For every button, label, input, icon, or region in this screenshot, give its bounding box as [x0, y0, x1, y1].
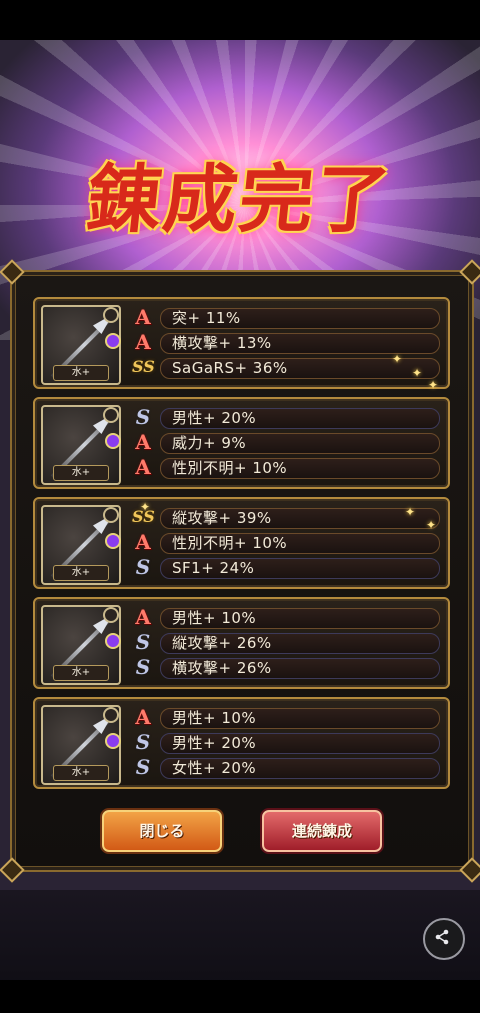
share-icon	[435, 929, 449, 945]
stat-text: 男性+ 10%	[172, 609, 257, 627]
stat-text: 男性+ 20%	[172, 734, 257, 752]
rank-a-icon: A	[135, 305, 151, 329]
stat-text: 威力+ 9%	[172, 434, 247, 452]
sparkle: ✦	[426, 518, 437, 532]
stat-text: 横攻撃+ 13%	[172, 334, 272, 352]
forge-result-card: 水+ S 男性+ 20% A 威力+ 9% A 性別不明+ 10%	[33, 397, 450, 489]
stat-text: 性別不明+ 10%	[172, 534, 288, 552]
rank-s-icon: S	[135, 405, 151, 429]
repeat-forge-button[interactable]: 連続錬成	[262, 810, 382, 852]
forge-result-card: 水+ A 男性+ 10% S 男性+ 20% S 女性+ 20%	[33, 697, 450, 789]
stat-row: S 縦攻撃+ 26%	[132, 630, 440, 654]
forge-result-card: 水+ A 突+ 11% A 横攻撃+ 13% SS SaGaRS+ 36%	[33, 297, 450, 389]
stat-text: SF1+ 24%	[172, 559, 255, 577]
attribute-badge: 水+	[53, 365, 109, 381]
gear-icon	[103, 507, 119, 523]
stat-row: A 男性+ 10%	[132, 605, 440, 629]
rank-a-icon: A	[135, 605, 151, 629]
stat-row: S SF1+ 24%	[132, 555, 440, 579]
gem-icon	[105, 733, 121, 749]
stat-text: SaGaRS+ 36%	[172, 359, 288, 377]
stat-row: A 性別不明+ 10%	[132, 530, 440, 554]
stat-row: S 女性+ 20%	[132, 755, 440, 779]
rank-a-icon: A	[135, 705, 151, 729]
stat-text: 横攻撃+ 26%	[172, 659, 272, 677]
stat-row: A 威力+ 9%	[132, 430, 440, 454]
stat-row: S 男性+ 20%	[132, 730, 440, 754]
rank-s-icon: S	[135, 655, 151, 679]
stat-row: A 性別不明+ 10%	[132, 455, 440, 479]
gear-icon	[103, 707, 119, 723]
stat-row: A 横攻撃+ 13%	[132, 330, 440, 354]
stat-row: A 突+ 11%	[132, 305, 440, 329]
rank-a-icon: A	[135, 455, 151, 479]
rank-s-icon: S	[135, 555, 151, 579]
stat-row: S 横攻撃+ 26%	[132, 655, 440, 679]
sparkle: ✦	[405, 505, 416, 519]
background-dim	[0, 890, 480, 980]
stat-text: 突+ 11%	[172, 309, 241, 327]
rank-ss-icon: SS	[132, 357, 155, 376]
attribute-badge: 水+	[53, 665, 109, 681]
gear-icon	[103, 407, 119, 423]
stat-row: A 男性+ 10%	[132, 705, 440, 729]
gem-icon	[105, 433, 121, 449]
gem-icon	[105, 533, 121, 549]
stat-text: 男性+ 20%	[172, 409, 257, 427]
forge-result-card: 水+ A 男性+ 10% S 縦攻撃+ 26% S 横攻撃+ 26%	[33, 597, 450, 689]
attribute-badge: 水+	[53, 765, 109, 781]
stat-row: SS 縦攻撃+ 39%	[132, 507, 440, 529]
stat-text: 性別不明+ 10%	[172, 459, 288, 477]
share-button[interactable]	[423, 918, 465, 960]
rank-s-icon: S	[135, 630, 151, 654]
sparkle: ✦	[428, 378, 439, 392]
rank-s-icon: S	[135, 755, 151, 779]
rank-a-icon: A	[135, 430, 151, 454]
rank-a-icon: A	[135, 530, 151, 554]
gear-icon	[103, 307, 119, 323]
status-bar	[0, 0, 480, 40]
gear-icon	[103, 607, 119, 623]
stat-text: 縦攻撃+ 39%	[172, 509, 272, 527]
stat-text: 縦攻撃+ 26%	[172, 634, 272, 652]
forge-complete-title: 錬成完了	[82, 157, 396, 243]
stat-row: S 男性+ 20%	[132, 405, 440, 429]
sparkle: ✦	[140, 500, 151, 514]
gem-icon	[105, 333, 121, 349]
attribute-badge: 水+	[53, 465, 109, 481]
rank-a-icon: A	[135, 330, 151, 354]
sparkle: ✦	[392, 352, 403, 366]
rank-s-icon: S	[135, 730, 151, 754]
close-button[interactable]: 閉じる	[102, 810, 222, 852]
stat-text: 女性+ 20%	[172, 759, 257, 777]
stat-text: 男性+ 10%	[172, 709, 257, 727]
gem-icon	[105, 633, 121, 649]
forge-result-card: 水+ SS 縦攻撃+ 39% A 性別不明+ 10% S SF1+ 24%	[33, 497, 450, 589]
attribute-badge: 水+	[53, 565, 109, 581]
sparkle: ✦	[412, 366, 423, 380]
